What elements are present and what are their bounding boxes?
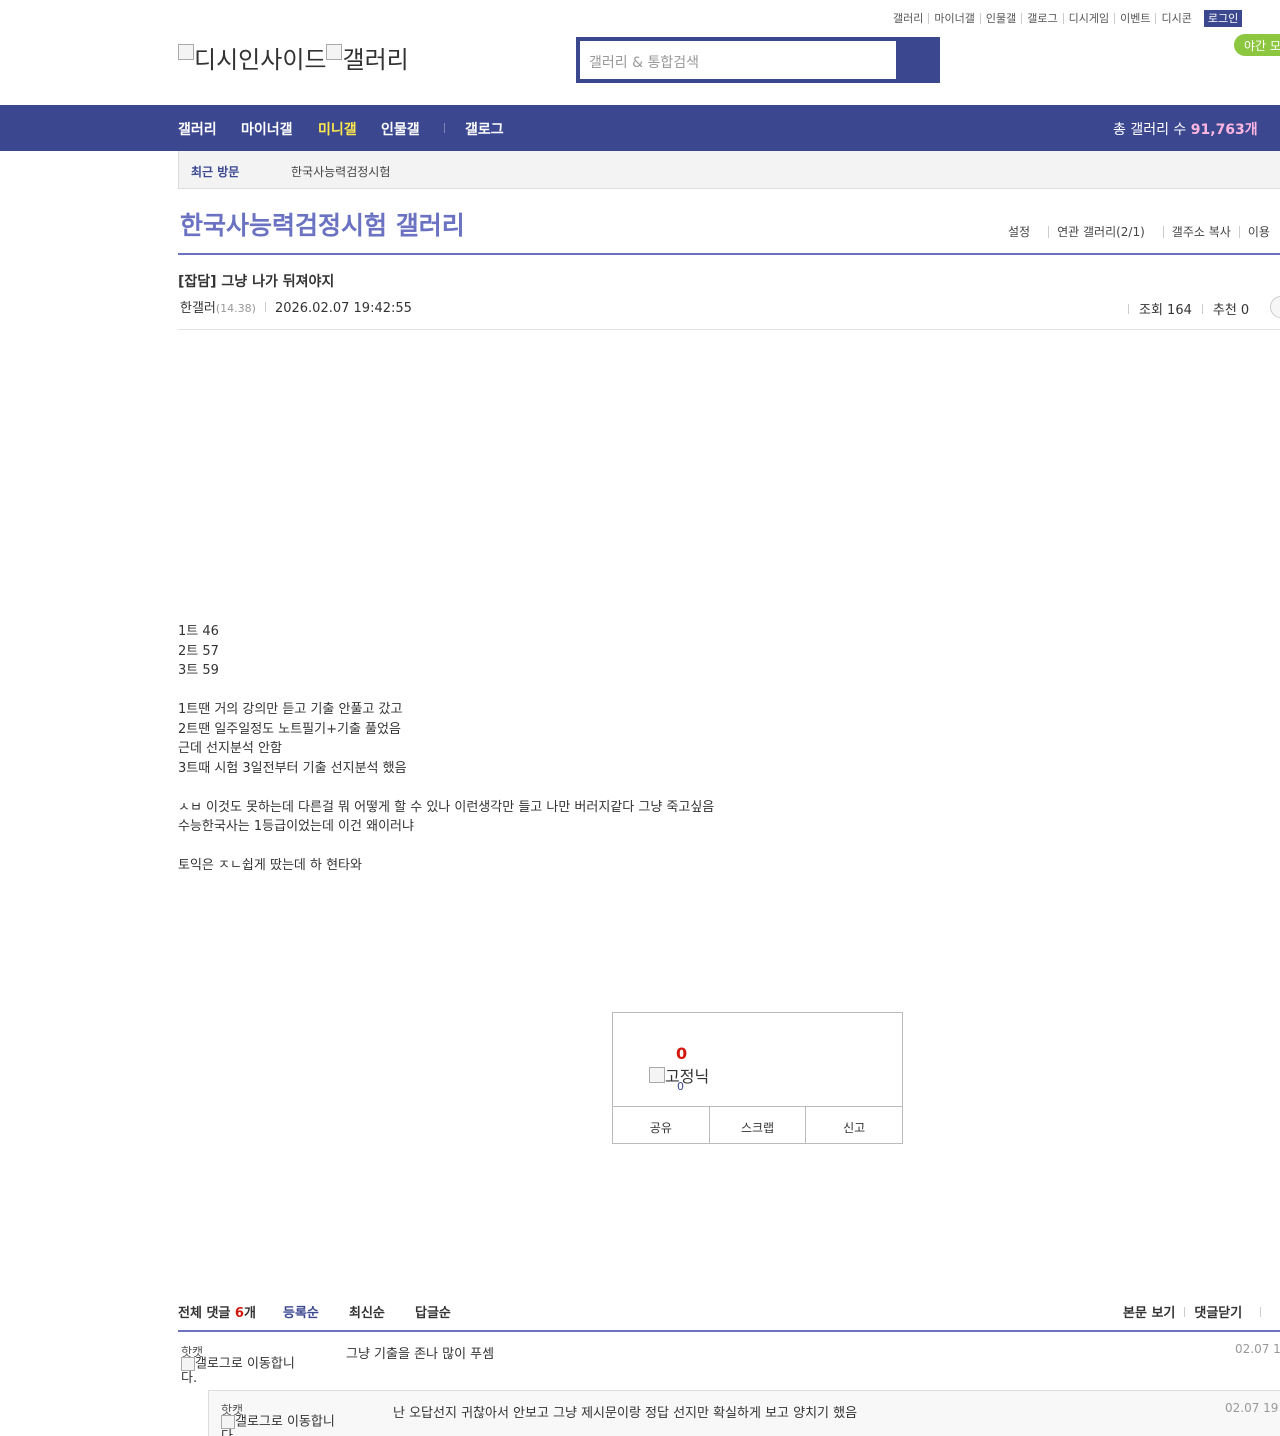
post-author[interactable]: 한갤러 [180,301,216,316]
top-utility-links: 갤러리 마이너갤 인물갤 갤로그 디시게임 이벤트 디시콘 로그인 [888,10,1243,27]
main-nav: 갤러리 마이너갤 미니갤 인물갤 갤로그 총 갤러리 수 91,763개 [0,105,1280,151]
post-stats: 조회 164 추천 0 [1128,299,1249,318]
nav-mini[interactable]: 미니갤 [318,119,357,139]
top-link-event[interactable]: 이벤트 [1114,13,1155,24]
post-recommends: 추천 0 [1212,303,1250,318]
report-button[interactable]: 신고 [805,1107,902,1143]
view-body-button[interactable]: 본문 보기 [1123,1306,1175,1321]
total-value: 91,763개 [1190,122,1258,138]
comment-count: 6 [234,1306,244,1321]
search-button[interactable] [896,41,936,79]
post-meta: 한갤러(14.38) 2026.02.07 19:42:55 [180,297,412,316]
post-author-ip: (14.38) [215,302,256,315]
comment-date: 02.07 19:45 [1235,1342,1280,1356]
gallog-link[interactable]: 갤로그로 이동합니다. [181,1357,307,1386]
post-header-divider [178,329,1280,330]
recent-visit-label[interactable]: 최근 방문 [191,163,239,180]
comment-text: 그냥 기출을 존나 많이 푸셈 [346,1347,495,1362]
search-icon [907,51,921,65]
sort-registered[interactable]: 등록순 [283,1302,319,1321]
post-body: 1트 46 2트 57 3트 59 1트땐 거의 강의만 듣고 기출 안풀고 갔… [178,624,715,873]
gallery-logo-alt: 갤러리 [342,46,409,74]
logo[interactable]: 디시인사이드 갤러리 [178,40,409,75]
comment-bar: 전체 댓글 6개 등록순 최신순 답글순 [178,1302,451,1321]
nav-person[interactable]: 인물갤 [381,119,420,139]
broken-image-icon [181,1357,195,1371]
top-link-gallery[interactable]: 갤러리 [888,13,928,24]
comment-total: 전체 댓글 6개 [178,1306,256,1321]
scrap-button[interactable]: 스크랩 [708,1107,806,1143]
reply-gallog-link[interactable]: 갤로그로 이동합니다. [221,1415,347,1436]
top-link-dccon[interactable]: 디시콘 [1155,13,1196,24]
recommend-actions: 공유 스크랩 신고 [613,1106,902,1143]
fixed-nick-count: 0 [677,1080,684,1093]
top-link-gallog[interactable]: 갤로그 [1021,13,1062,24]
total-label: 총 갤러리 수 [1113,122,1187,138]
recommend-count[interactable]: 0 [676,1044,687,1063]
broken-image-icon [178,43,194,60]
post-title: [잡담] 그냥 나가 뒤져야지 [178,274,335,290]
post-views: 조회 164 [1139,303,1192,318]
night-mode-toggle[interactable]: 야간 모드 [1234,34,1280,56]
top-link-person[interactable]: 인물갤 [979,13,1021,24]
comment-unit: 개 [243,1306,256,1321]
total-gallery-count: 총 갤러리 수 91,763개 [1113,119,1258,139]
login-button[interactable]: 로그인 [1203,10,1243,27]
broken-image-icon [649,1066,665,1083]
fixed-nick-alt: 고정닉 [665,1067,710,1086]
post-option-button[interactable] [1270,296,1280,318]
top-link-minor[interactable]: 마이너갤 [928,13,979,24]
nav-gallog[interactable]: 갤로그 [465,119,504,139]
site-logo-alt: 디시인사이드 [194,46,327,74]
reply-date: 02.07 19:46 [1225,1401,1280,1415]
related-gallery-link[interactable]: 연관 갤러리(2/1) [1048,226,1153,238]
comment-divider [178,1330,1280,1332]
recommend-box: 0 고정닉 0 공유 스크랩 신고 [612,1012,903,1144]
comment-actions: 본문 보기 댓글닫기 [1123,1302,1270,1321]
gallog-alt: 갤로그로 이동합니다. [181,1356,295,1386]
recent-gallery-link[interactable]: 한국사능력검정시험 [291,163,390,180]
broken-image-icon [221,1415,235,1429]
gallog-alt: 갤로그로 이동합니다. [221,1414,335,1436]
recent-visit-bar: 최근 방문 한국사능력검정시험 [178,151,1280,189]
search-bar: 갤러리 & 통합검색 [576,37,940,83]
copy-address-link[interactable]: 갤주소 복사 [1162,226,1239,238]
sort-replies[interactable]: 답글순 [415,1302,451,1321]
gallery-title-divider [178,253,1280,255]
nav-minor[interactable]: 마이너갤 [241,119,293,139]
gallery-tools: 설정 연관 갤러리(2/1) 갤주소 복사 이용 [1000,226,1278,238]
search-input[interactable]: 갤러리 & 통합검색 [580,41,896,79]
sort-latest[interactable]: 최신순 [349,1302,385,1321]
share-button[interactable]: 공유 [613,1107,709,1143]
usage-link[interactable]: 이용 [1238,226,1278,238]
nav-divider [444,123,445,133]
reply-text: 난 오답선지 귀찮아서 안보고 그냥 제시문이랑 정답 선지만 확실하게 보고 … [393,1406,858,1421]
post-datetime: 2026.02.07 19:42:55 [274,301,412,316]
settings-link[interactable]: 설정 [1000,226,1038,238]
close-comments-button[interactable]: 댓글닫기 [1194,1306,1242,1321]
gallery-title[interactable]: 한국사능력검정시험 갤러리 [180,206,465,242]
top-link-game[interactable]: 디시게임 [1062,13,1114,24]
nav-gallery[interactable]: 갤러리 [178,119,217,139]
comment-total-label: 전체 댓글 [178,1306,231,1321]
broken-image-icon [326,43,343,60]
